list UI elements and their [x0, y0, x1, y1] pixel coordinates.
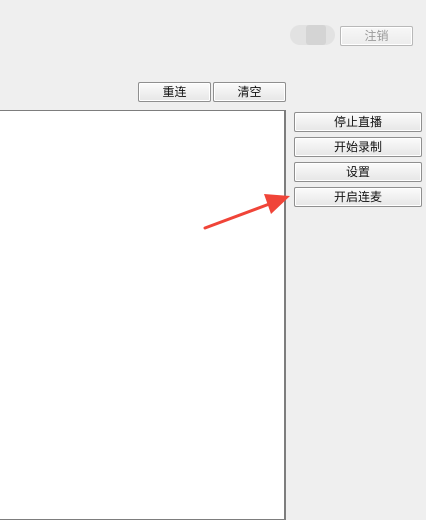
- arrow-head: [264, 194, 290, 214]
- arrow-shaft: [203, 201, 274, 230]
- red-arrow-annotation: [203, 194, 290, 230]
